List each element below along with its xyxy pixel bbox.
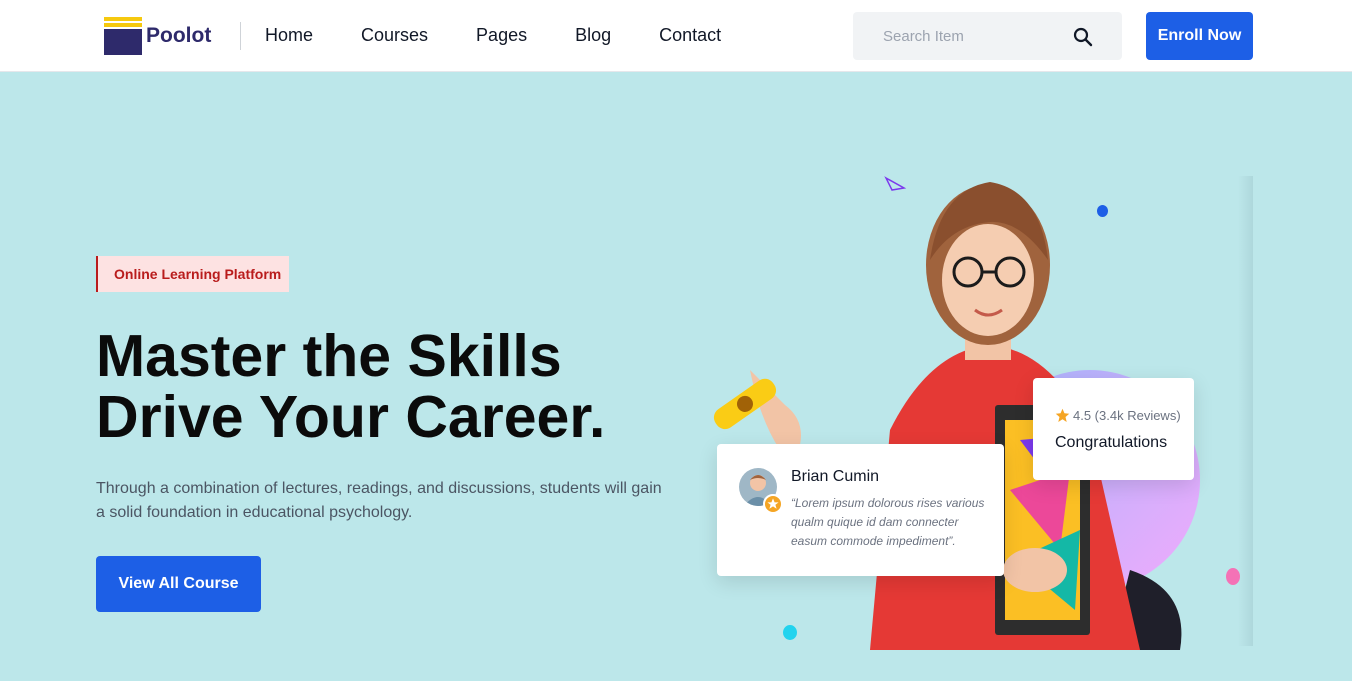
nav-blog[interactable]: Blog	[575, 25, 611, 46]
hero-title-line-2: Drive Your Career.	[96, 384, 606, 450]
main-nav: Home Courses Pages Blog Contact	[265, 25, 769, 46]
brand-name: Poolot	[146, 24, 212, 47]
review-text: “Lorem ipsum dolorous rises various qual…	[791, 496, 985, 548]
decor-dot-pink	[1226, 568, 1240, 585]
review-card: Brian Cumin “Lorem ipsum dolorous rises …	[717, 444, 1004, 576]
logo[interactable]: Poolot	[104, 17, 211, 55]
hero-title: Master the Skills Drive Your Career.	[96, 326, 716, 448]
search-box	[853, 12, 1122, 60]
star-icon	[1055, 408, 1070, 422]
logo-mark-icon	[104, 17, 142, 55]
nav-contact[interactable]: Contact	[659, 25, 721, 46]
enroll-now-button[interactable]: Enroll Now	[1146, 12, 1253, 60]
nav-pages[interactable]: Pages	[476, 25, 527, 46]
star-badge-icon	[763, 494, 783, 514]
nav-courses[interactable]: Courses	[361, 25, 428, 46]
hero-badge: Online Learning Platform	[96, 256, 290, 292]
search-input[interactable]	[883, 24, 1073, 48]
decor-dot-blue	[1097, 205, 1108, 217]
logo-divider	[240, 22, 241, 50]
search-icon[interactable]	[1073, 27, 1093, 47]
rating-summary: 4.5 (3.4k Reviews)	[1073, 408, 1181, 423]
nav-home[interactable]: Home	[265, 25, 313, 46]
site-header: Poolot Home Courses Pages Blog Contact E…	[0, 0, 1352, 72]
hero-title-line-1: Master the Skills	[96, 323, 562, 389]
rating-title: Congratulations	[1055, 434, 1168, 451]
rating-card: 4.5 (3.4k Reviews) Congratulations	[1033, 378, 1194, 480]
view-all-course-button[interactable]: View All Course	[96, 556, 261, 612]
hero-description: Through a combination of lectures, readi…	[96, 480, 662, 521]
decor-dot-cyan	[783, 625, 797, 640]
reviewer-name: Brian Cumin	[791, 468, 880, 485]
